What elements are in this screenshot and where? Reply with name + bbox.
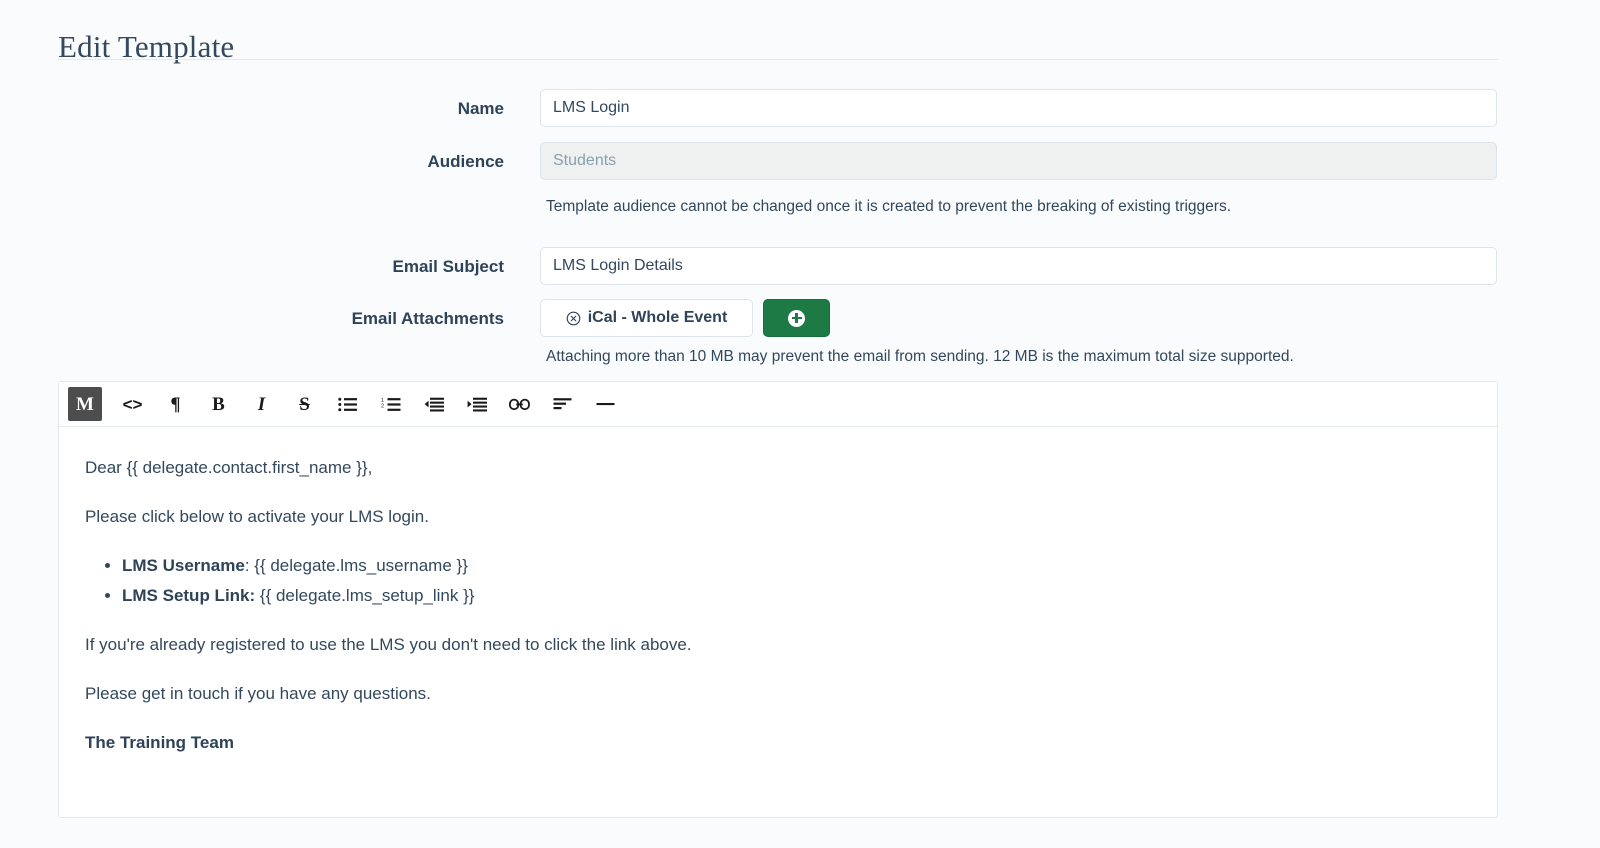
body-greeting: Dear {{ delegate.contact.first_name }},	[85, 458, 373, 477]
numbered-list-button[interactable]: 1 2	[369, 388, 412, 421]
bullet-0-rest: : {{ delegate.lms_username }}	[244, 555, 468, 575]
edit-template-page: Edit Template Name Audience Template aud…	[0, 0, 1600, 848]
title-divider	[58, 59, 1498, 60]
italic-button[interactable]: I	[240, 388, 283, 421]
bold-button[interactable]: B	[197, 388, 240, 421]
add-attachment-button[interactable]	[763, 299, 830, 337]
body-bullet-list: LMS Username: {{ delegate.lms_username }…	[85, 555, 1471, 608]
align-left-button[interactable]	[541, 388, 584, 421]
attachment-chip-ical[interactable]: iCal - Whole Event	[540, 299, 753, 337]
bullet-0-bold: LMS Username	[122, 555, 245, 575]
email-body-content[interactable]: Dear {{ delegate.contact.first_name }}, …	[59, 427, 1497, 791]
code-block-button[interactable]: <>	[111, 388, 154, 421]
link-button[interactable]	[498, 388, 541, 421]
email-subject-input[interactable]	[540, 247, 1497, 285]
markdown-toggle-label: M	[76, 393, 94, 415]
email-subject-label: Email Subject	[392, 257, 504, 276]
horizontal-rule-icon	[596, 401, 615, 407]
audience-input	[540, 142, 1497, 180]
paragraph-button[interactable]: ¶	[154, 388, 197, 421]
name-label: Name	[457, 99, 504, 118]
indent-icon	[467, 397, 487, 412]
list-item: LMS Setup Link: {{ delegate.lms_setup_li…	[122, 585, 1471, 608]
attachments-helper-text: Attaching more than 10 MB may prevent th…	[546, 348, 1294, 365]
body-signature: The Training Team	[85, 732, 234, 752]
bullet-list-button[interactable]	[326, 388, 369, 421]
audience-label: Audience	[427, 152, 504, 171]
bold-icon: B	[212, 393, 225, 415]
attachment-chip-label: iCal - Whole Event	[587, 309, 728, 326]
bullet-1-bold: LMS Setup Link:	[122, 585, 256, 605]
bullet-1-rest: {{ delegate.lms_setup_link }}	[255, 585, 475, 605]
svg-text:2: 2	[381, 403, 384, 409]
strikethrough-icon: S	[299, 393, 310, 415]
editor-toolbar: M <> ¶ B I S 1 2	[59, 382, 1497, 427]
email-attachments-label: Email Attachments	[351, 309, 504, 328]
outdent-button[interactable]	[412, 388, 455, 421]
body-intro: Please click below to activate your LMS …	[85, 506, 429, 526]
circled-x-icon[interactable]	[566, 311, 581, 326]
link-icon	[509, 398, 530, 411]
pilcrow-icon: ¶	[170, 393, 181, 415]
strikethrough-button[interactable]: S	[283, 388, 326, 421]
email-body-editor: M <> ¶ B I S 1 2 Dear {{delegate.contac…	[58, 381, 1498, 818]
name-input[interactable]	[540, 89, 1497, 127]
outdent-icon	[424, 397, 444, 412]
horizontal-rule-button[interactable]	[584, 388, 627, 421]
indent-button[interactable]	[455, 388, 498, 421]
body-closing: Please get in touch if you have any ques…	[85, 683, 431, 703]
list-item: LMS Username: {{ delegate.lms_username }…	[122, 555, 1471, 578]
bullet-list-icon	[338, 397, 357, 412]
plus-circle-icon	[788, 309, 805, 327]
body-note: If you're already registered to use the …	[85, 634, 692, 654]
code-icon: <>	[122, 394, 143, 414]
italic-icon: I	[257, 393, 266, 415]
align-left-icon	[553, 397, 572, 411]
attachment-controls: iCal - Whole Event	[540, 299, 830, 337]
audience-helper-text: Template audience cannot be changed once…	[546, 198, 1232, 215]
numbered-list-icon: 1 2	[381, 397, 401, 412]
markdown-toggle-button[interactable]: M	[68, 387, 102, 421]
